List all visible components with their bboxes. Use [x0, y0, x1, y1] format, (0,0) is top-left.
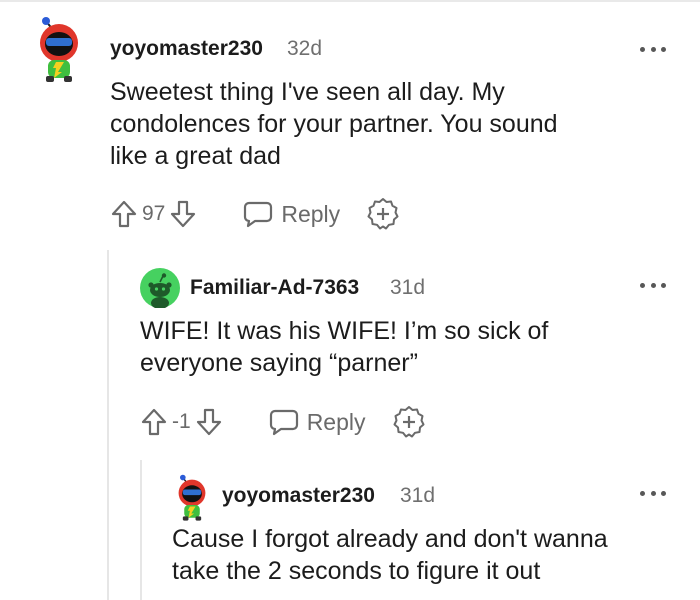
thread-line-level-1[interactable] [107, 250, 109, 600]
upvote-arrow-icon[interactable] [140, 407, 168, 437]
vote-score: -1 [172, 410, 191, 433]
top-divider [0, 0, 700, 2]
reply-label: Reply [306, 408, 366, 435]
more-options-icon[interactable] [640, 488, 666, 498]
comment-actions: 97 Reply [110, 197, 400, 231]
user-avatar[interactable] [140, 268, 180, 308]
user-avatar[interactable] [172, 474, 212, 522]
award-plus-icon[interactable] [366, 197, 400, 231]
reply-button[interactable]: Reply [269, 407, 366, 437]
downvote-arrow-icon[interactable] [195, 407, 223, 437]
speech-bubble-icon [269, 409, 298, 436]
comment-author[interactable]: Familiar-Ad-7363 [190, 276, 359, 300]
speech-bubble-icon [244, 201, 273, 228]
more-options-icon[interactable] [640, 44, 666, 54]
comment-timestamp[interactable]: 31d [400, 484, 435, 508]
comment-body: WIFE! It was his WIFE! I’m so sick of ev… [140, 317, 549, 377]
reply-label: Reply [281, 200, 341, 227]
downvote-arrow-icon[interactable] [169, 199, 197, 229]
user-avatar[interactable] [34, 16, 84, 84]
comment-body: Sweetest thing I've seen all day. My con… [110, 78, 558, 170]
thread-line-level-2[interactable] [140, 460, 142, 600]
comment-author[interactable]: yoyomaster230 [222, 484, 375, 508]
more-options-icon[interactable] [640, 280, 666, 290]
comment-author[interactable]: yoyomaster230 [110, 37, 263, 61]
comment-actions: -1 Reply [140, 405, 426, 439]
upvote-arrow-icon[interactable] [110, 199, 138, 229]
comment-timestamp[interactable]: 32d [287, 37, 322, 61]
reply-button[interactable]: Reply [243, 199, 340, 229]
comment-body: Cause I forgot already and don't wanna t… [172, 525, 608, 585]
vote-score: 97 [142, 202, 166, 225]
award-plus-icon[interactable] [392, 405, 426, 439]
comment-timestamp[interactable]: 31d [390, 276, 425, 300]
